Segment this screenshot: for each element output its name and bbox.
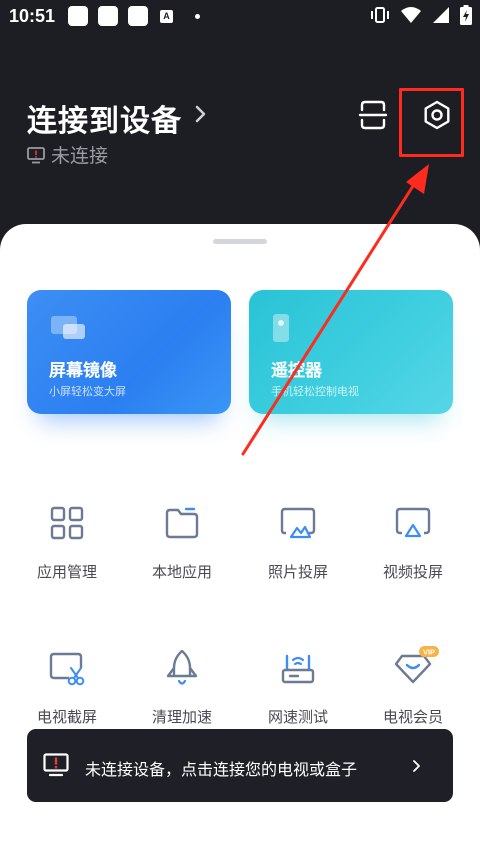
tool-label: 电视会员 <box>382 708 443 726</box>
tool-video-cast[interactable]: 视频投屏 <box>358 503 468 582</box>
tool-app-management[interactable]: 应用管理 <box>12 503 122 582</box>
tv-screenshot-icon <box>49 652 85 686</box>
rocket-icon <box>166 649 198 685</box>
connection-status: 未连接 <box>27 141 108 168</box>
scan-icon[interactable] <box>356 98 390 132</box>
status-time: 10:51 <box>9 6 56 26</box>
tool-cleanup-boost[interactable]: 清理加速 <box>127 648 237 727</box>
remote-icon <box>273 314 289 342</box>
tool-photo-cast[interactable]: 照片投屏 <box>243 503 353 582</box>
tool-label: 视频投屏 <box>382 563 443 581</box>
notification-icon <box>98 6 118 26</box>
tool-label: 清理加速 <box>151 708 212 726</box>
notification-icon <box>68 6 88 26</box>
card-title: 屏幕镜像 <box>49 361 117 381</box>
vibrate-icon <box>371 7 389 23</box>
chevron-right-icon[interactable] <box>194 104 208 124</box>
status-bar: 10:51 A <box>0 0 480 34</box>
signal-icon <box>433 7 449 23</box>
router-icon <box>281 654 315 684</box>
tool-tv-membership[interactable]: VIP 电视会员 <box>358 646 468 727</box>
not-connected-toast[interactable]: 未连接设备，点击连接您的电视或盒子 <box>27 729 453 802</box>
tool-local-apps[interactable]: 本地应用 <box>127 503 237 582</box>
tool-label: 网速测试 <box>267 708 328 726</box>
battery-charging-icon <box>460 5 472 25</box>
notification-icon <box>128 6 148 26</box>
tool-label: 本地应用 <box>151 563 212 581</box>
toast-message: 未连接设备，点击连接您的电视或盒子 <box>85 760 358 779</box>
screen-mirror-icon <box>51 316 85 339</box>
connect-device-title[interactable]: 连接到设备 <box>27 96 182 140</box>
vip-diamond-icon: VIP <box>394 646 439 684</box>
tv-alert-icon <box>43 753 69 777</box>
tool-tv-screenshot[interactable]: 电视截屏 <box>12 648 122 727</box>
connection-status-text: 未连接 <box>51 145 109 167</box>
card-title: 遥控器 <box>271 361 322 381</box>
tv-alert-icon <box>27 146 45 163</box>
vip-badge: VIP <box>423 648 435 657</box>
screen-mirror-card[interactable]: 屏幕镜像 小屏轻松变大屏 <box>27 290 231 414</box>
tool-label: 电视截屏 <box>36 708 97 726</box>
remote-control-card[interactable]: 遥控器 手机轻松控制电视 <box>249 290 453 414</box>
tool-label: 照片投屏 <box>267 563 328 581</box>
wifi-icon <box>401 7 421 23</box>
chevron-right-icon <box>413 760 420 772</box>
folder-icon <box>165 507 199 539</box>
photo-cast-icon <box>280 507 316 539</box>
card-subtitle: 手机轻松控制电视 <box>271 385 359 398</box>
grab-handle[interactable] <box>213 239 267 244</box>
tool-speed-test[interactable]: 网速测试 <box>243 648 353 727</box>
settings-highlight-box <box>399 88 464 157</box>
dot-icon <box>195 14 200 19</box>
tool-label: 应用管理 <box>36 563 97 581</box>
text-a-icon: A <box>160 10 173 23</box>
app-grid-icon <box>50 506 84 540</box>
card-subtitle: 小屏轻松变大屏 <box>49 385 126 398</box>
video-cast-icon <box>395 507 431 538</box>
